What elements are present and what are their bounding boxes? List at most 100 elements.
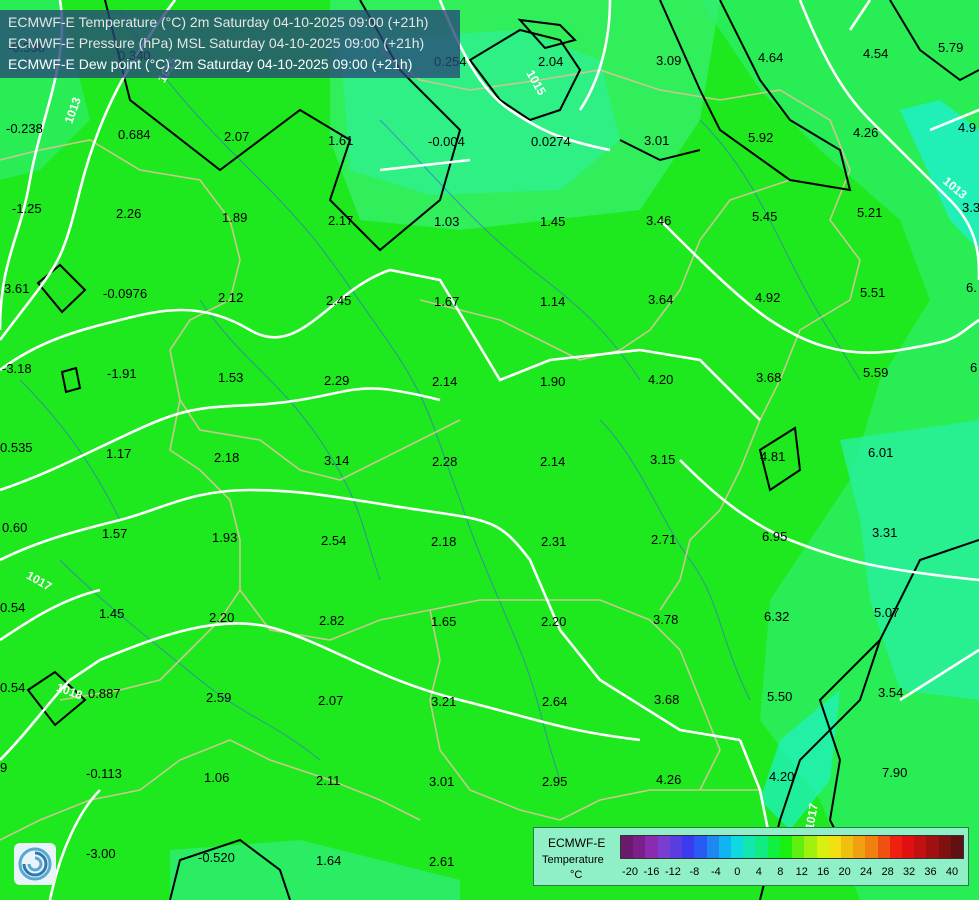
legend-tick-label: 4 (755, 866, 762, 878)
legend-tick-label: 12 (795, 866, 808, 878)
point-value-label: 3.01 (644, 133, 669, 148)
point-value-label: 2.14 (432, 374, 457, 389)
legend-variable: Temperature (542, 854, 604, 866)
point-value-label: 1.03 (434, 214, 459, 229)
point-value-label: 1.67 (434, 294, 459, 309)
point-value-label: 2.45 (326, 293, 351, 308)
colorbar-swatch (865, 836, 878, 858)
point-value-label: 3.3 (962, 200, 979, 215)
legend-tick-label: -8 (689, 866, 700, 878)
colorbar-swatch (914, 836, 927, 858)
point-value-label: 2.28 (432, 454, 457, 469)
colorbar-swatch (877, 836, 890, 858)
point-value-label: 9 (0, 760, 7, 775)
legend-unit: °C (570, 869, 583, 881)
point-value-label: 2.64 (542, 694, 567, 709)
point-value-label: 6.32 (764, 609, 789, 624)
point-value-label: 2.14 (540, 454, 565, 469)
point-value-label: 3.21 (431, 694, 456, 709)
point-value-label: 4.9 (958, 120, 976, 135)
colorbar-swatch (804, 836, 817, 858)
point-value-label: 0.887 (88, 686, 121, 701)
color-legend: ECMWF-E Temperature °C -20 -16 -12 -8 -4 0 4 8 1… (533, 827, 969, 886)
legend-tick-label: 0 (734, 866, 741, 878)
colorbar-swatch (779, 836, 793, 858)
point-value-label: 5.59 (863, 365, 888, 380)
point-value-label: 3.64 (648, 292, 673, 307)
point-value-label: 4.20 (769, 769, 794, 784)
point-value-label: 3.15 (650, 452, 675, 467)
point-value-label: 0.684 (118, 127, 151, 142)
legend-tick-label: 28 (881, 866, 894, 878)
point-value-label: 2.07 (224, 129, 249, 144)
legend-tick-label: 32 (902, 866, 916, 878)
point-value-label: 2.11 (316, 773, 340, 788)
point-value-label: 0.60 (2, 520, 27, 535)
colorbar-swatch (718, 836, 731, 858)
point-value-label: 5.21 (857, 205, 882, 220)
point-value-label: 0.0274 (531, 134, 571, 149)
legend-tick-label: -20 (622, 866, 638, 878)
point-value-label: 1.93 (212, 530, 237, 545)
colorbar-swatch (938, 836, 951, 858)
point-value-label: 2.18 (431, 534, 456, 549)
legend-tick-label: 24 (860, 866, 873, 878)
point-value-label: -1.91 (107, 366, 137, 381)
title-pressure[interactable]: ECMWF-E Pressure (hPa) MSL Saturday 04-1… (8, 33, 454, 54)
colorbar-swatch (645, 836, 658, 858)
colorbar-swatch (621, 836, 634, 858)
point-value-label: -0.0976 (103, 286, 147, 301)
point-value-label: 4.81 (760, 449, 785, 464)
point-value-label: 7.90 (882, 765, 907, 780)
legend-tick-label: -16 (643, 866, 660, 878)
point-value-label: 1.61 (328, 133, 353, 148)
colorbar-swatch (706, 836, 719, 858)
point-value-label: 3.01 (429, 774, 454, 789)
title-dewpoint[interactable]: ECMWF-E Dew point (°C) 2m Saturday 04-10… (8, 54, 454, 75)
colorbar-swatch (889, 836, 903, 858)
point-value-label: 2.17 (328, 213, 353, 228)
point-value-label: 2.12 (218, 290, 243, 305)
legend-tick-label: -12 (664, 866, 681, 878)
point-value-label: 2.20 (541, 614, 566, 629)
point-value-label: -3.18 (2, 361, 32, 376)
colorbar-swatch (755, 836, 768, 858)
colorbar-swatch (853, 836, 866, 858)
colorbar-swatch (950, 836, 964, 858)
point-value-label: 1.14 (540, 294, 565, 309)
point-value-label: 1.45 (99, 606, 124, 621)
colorbar-swatch (743, 836, 756, 858)
weather-map: 1013 1015 1013 1017 1018 1015 1017 5.79-… (0, 0, 979, 900)
title-temperature[interactable]: ECMWF-E Temperature (°C) 2m Saturday 04-… (8, 12, 454, 33)
point-value-label: 6. (966, 280, 977, 295)
point-value-label: 5.45 (752, 209, 777, 224)
point-value-label: 4.26 (853, 125, 878, 140)
point-value-label: 1.57 (102, 526, 127, 541)
legend-model: ECMWF-E (548, 836, 606, 850)
colorbar-swatch (730, 836, 744, 858)
point-value-label: 5.07 (874, 605, 899, 620)
point-value-label: 2.20 (209, 610, 234, 625)
legend-tick-label: 36 (924, 866, 937, 878)
point-value-label: 5.79 (938, 40, 963, 55)
point-value-label: 1.89 (222, 210, 247, 225)
point-value-label: -3.00 (86, 846, 116, 861)
point-value-label: 2.82 (319, 613, 344, 628)
point-value-label: 1.17 (106, 446, 131, 461)
point-value-label: 0.54 (0, 600, 25, 615)
point-value-label: 1.64 (316, 853, 341, 868)
point-value-label: 6.95 (762, 529, 787, 544)
point-value-label: -0.004 (428, 134, 465, 149)
swirl-logo-icon (18, 847, 52, 881)
point-value-label: 2.18 (214, 450, 239, 465)
point-value-label: 4.92 (755, 290, 780, 305)
point-value-label: 2.29 (324, 373, 349, 388)
point-value-label: -0.520 (198, 850, 235, 865)
colorbar-swatch (682, 836, 695, 858)
point-value-label: 2.71 (651, 532, 676, 547)
point-value-label: 3.61 (4, 281, 29, 296)
colorbar-swatch (828, 836, 841, 858)
point-value-label: 1.65 (431, 614, 456, 629)
colorbar-swatch (657, 836, 670, 858)
legend-tick-label: -4 (710, 866, 721, 878)
